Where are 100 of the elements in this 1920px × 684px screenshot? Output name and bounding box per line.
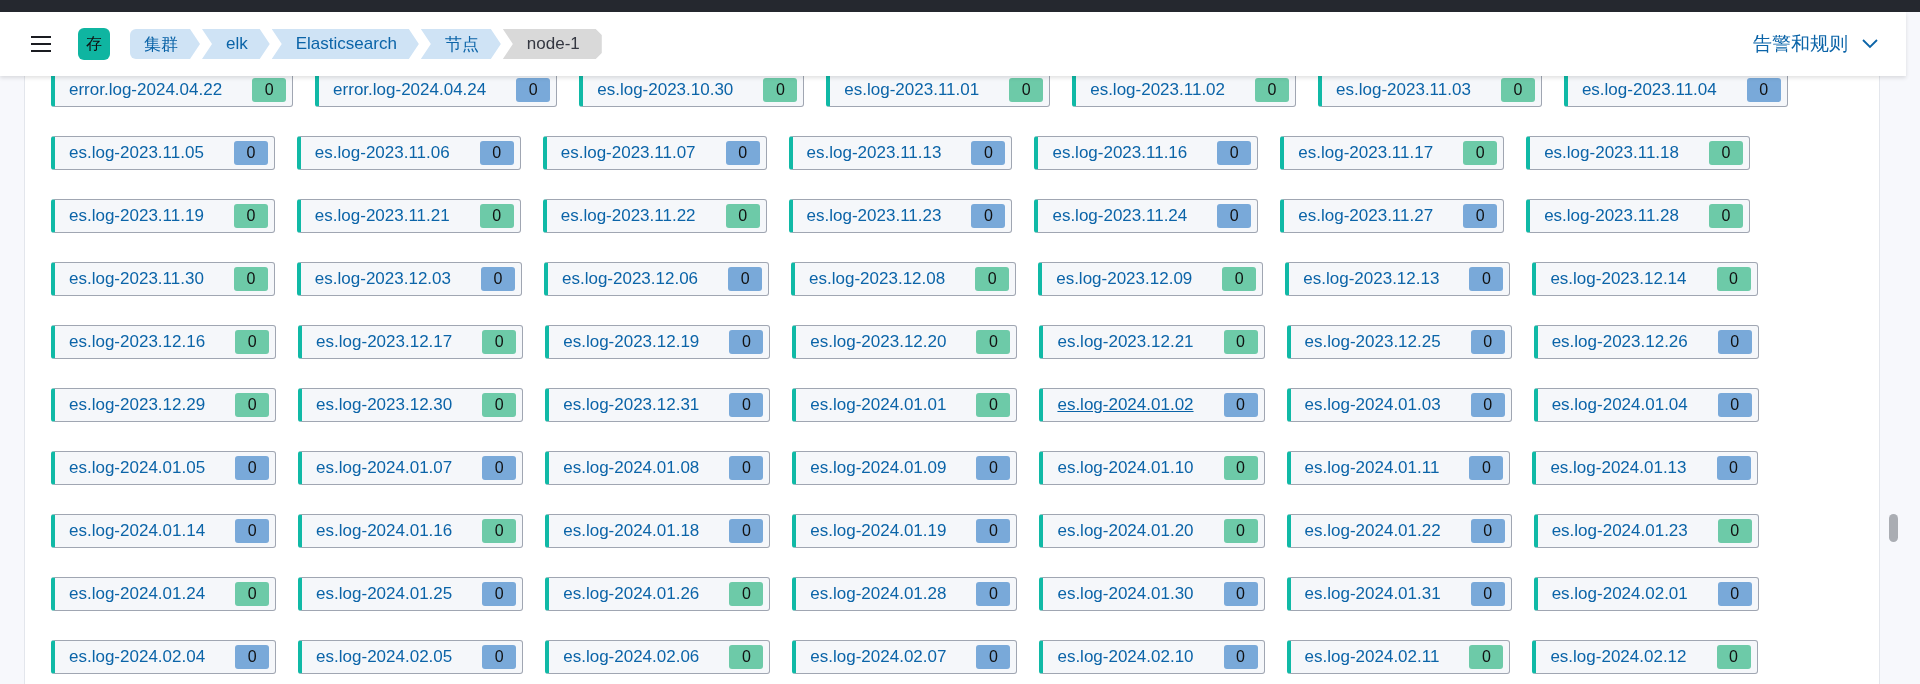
index-link[interactable]: es.log-2023.12.30 — [316, 395, 453, 415]
index-link[interactable]: es.log-2024.02.01 — [1551, 584, 1688, 604]
menu-button[interactable] — [28, 33, 54, 55]
count-badge: 0 — [725, 141, 760, 165]
index-link[interactable]: es.log-2023.12.29 — [69, 395, 206, 415]
index-link[interactable]: es.log-2024.01.25 — [316, 584, 453, 604]
count-badge: 0 — [235, 645, 270, 669]
index-link[interactable]: es.log-2024.01.28 — [810, 584, 947, 604]
count-badge: 0 — [975, 267, 1010, 291]
breadcrumb-link[interactable]: Elasticsearch — [271, 29, 419, 59]
index-link[interactable]: error.log-2024.04.24 — [333, 80, 487, 100]
index-link[interactable]: es.log-2023.12.25 — [1304, 332, 1441, 352]
index-link[interactable]: es.log-2024.01.23 — [1551, 521, 1688, 541]
index-link[interactable]: es.log-2024.01.19 — [810, 521, 947, 541]
index-link[interactable]: error.log-2024.04.22 — [69, 80, 223, 100]
index-link[interactable]: es.log-2024.01.07 — [316, 458, 453, 478]
breadcrumb-link[interactable]: 节点 — [420, 29, 501, 59]
count-badge: 0 — [729, 393, 764, 417]
scrollbar-thumb[interactable] — [1889, 514, 1898, 542]
index-link[interactable]: es.log-2023.11.30 — [69, 269, 204, 289]
index-link[interactable]: es.log-2023.12.31 — [563, 395, 700, 415]
index-link[interactable]: es.log-2023.12.13 — [1303, 269, 1440, 289]
index-link[interactable]: es.log-2023.12.17 — [316, 332, 453, 352]
index-link[interactable]: es.log-2023.12.21 — [1057, 332, 1194, 352]
index-link[interactable]: es.log-2024.01.11 — [1304, 458, 1440, 478]
index-link[interactable]: es.log-2023.12.03 — [314, 269, 451, 289]
index-link[interactable]: es.log-2023.12.14 — [1550, 269, 1687, 289]
index-link[interactable]: es.log-2024.01.04 — [1551, 395, 1688, 415]
count-badge: 0 — [482, 393, 517, 417]
index-link[interactable]: es.log-2023.11.16 — [1052, 143, 1188, 163]
index-link[interactable]: es.log-2023.12.08 — [809, 269, 946, 289]
breadcrumb-link[interactable]: node-1 — [502, 29, 602, 59]
index-link[interactable]: es.log-2023.11.21 — [314, 206, 450, 226]
index-link[interactable]: es.log-2024.01.16 — [316, 521, 453, 541]
index-link[interactable]: es.log-2023.11.17 — [1298, 143, 1434, 163]
count-badge: 0 — [482, 330, 517, 354]
index-link[interactable]: es.log-2024.01.13 — [1550, 458, 1687, 478]
index-link[interactable]: es.log-2024.01.30 — [1057, 584, 1194, 604]
index-link[interactable]: es.log-2024.02.04 — [69, 647, 206, 667]
count-badge: 0 — [235, 330, 270, 354]
index-link[interactable]: es.log-2024.01.26 — [563, 584, 700, 604]
index-link[interactable]: es.log-2024.02.05 — [316, 647, 453, 667]
index-link[interactable]: es.log-2023.11.02 — [1090, 80, 1226, 100]
index-link[interactable]: es.log-2023.12.16 — [69, 332, 206, 352]
count-badge: 0 — [1716, 267, 1751, 291]
index-link[interactable]: es.log-2023.11.22 — [560, 206, 696, 226]
index-link[interactable]: es.log-2024.01.20 — [1057, 521, 1194, 541]
index-link[interactable]: es.log-2024.02.12 — [1550, 647, 1687, 667]
index-link[interactable]: es.log-2023.12.26 — [1551, 332, 1688, 352]
count-badge: 0 — [971, 204, 1006, 228]
alerts-rules-menu[interactable]: 告警和规则 — [1753, 31, 1878, 57]
index-link[interactable]: es.log-2023.11.07 — [560, 143, 696, 163]
index-link[interactable]: es.log-2023.11.19 — [69, 206, 204, 226]
index-link[interactable]: es.log-2024.01.01 — [810, 395, 947, 415]
index-link[interactable]: es.log-2024.01.18 — [563, 521, 700, 541]
index-link[interactable]: es.log-2023.11.05 — [69, 143, 204, 163]
index-link[interactable]: es.log-2023.10.30 — [597, 80, 734, 100]
count-badge: 0 — [729, 645, 764, 669]
index-link[interactable]: es.log-2024.02.10 — [1057, 647, 1194, 667]
breadcrumb-link[interactable]: 集群 — [130, 29, 200, 59]
index-link[interactable]: es.log-2024.01.02 — [1057, 395, 1194, 415]
index-link[interactable]: es.log-2023.11.06 — [314, 143, 450, 163]
count-badge: 0 — [235, 456, 270, 480]
count-badge: 0 — [1470, 330, 1505, 354]
index-link[interactable]: es.log-2024.01.24 — [69, 584, 206, 604]
index-link[interactable]: es.log-2023.11.23 — [806, 206, 942, 226]
index-link[interactable]: es.log-2023.11.28 — [1544, 206, 1679, 226]
index-link[interactable]: es.log-2024.01.31 — [1304, 584, 1441, 604]
count-badge: 0 — [1717, 393, 1752, 417]
index-link[interactable]: es.log-2024.02.11 — [1304, 647, 1440, 667]
index-link[interactable]: es.log-2023.11.13 — [806, 143, 942, 163]
index-link[interactable]: es.log-2024.01.09 — [810, 458, 947, 478]
count-badge: 0 — [1223, 456, 1258, 480]
index-link[interactable]: es.log-2023.12.20 — [810, 332, 947, 352]
index-link[interactable]: es.log-2023.11.18 — [1544, 143, 1679, 163]
index-link[interactable]: es.log-2024.01.14 — [69, 521, 206, 541]
index-link[interactable]: es.log-2024.01.03 — [1304, 395, 1441, 415]
count-badge: 0 — [233, 204, 268, 228]
index-link[interactable]: es.log-2023.11.03 — [1336, 80, 1471, 100]
count-badge: 0 — [1716, 456, 1751, 480]
index-link[interactable]: es.log-2024.02.07 — [810, 647, 947, 667]
count-badge: 0 — [1469, 456, 1504, 480]
index-link[interactable]: es.log-2024.01.22 — [1304, 521, 1441, 541]
index-link[interactable]: es.log-2024.01.05 — [69, 458, 206, 478]
count-badge: 0 — [729, 582, 764, 606]
count-badge: 0 — [728, 267, 763, 291]
index-link[interactable]: es.log-2023.11.24 — [1052, 206, 1188, 226]
index-link[interactable]: es.log-2024.01.08 — [563, 458, 700, 478]
breadcrumb-link[interactable]: elk — [202, 29, 270, 59]
count-badge: 0 — [1469, 645, 1504, 669]
count-badge: 0 — [1222, 267, 1257, 291]
index-link[interactable]: es.log-2023.12.09 — [1056, 269, 1193, 289]
index-link[interactable]: es.log-2023.11.04 — [1581, 80, 1717, 100]
index-link[interactable]: es.log-2023.11.27 — [1298, 206, 1434, 226]
index-link[interactable]: es.log-2023.11.01 — [844, 80, 980, 100]
index-link[interactable]: es.log-2023.12.19 — [563, 332, 700, 352]
count-badge: 0 — [1717, 330, 1752, 354]
index-link[interactable]: es.log-2024.02.06 — [563, 647, 700, 667]
index-link[interactable]: es.log-2024.01.10 — [1057, 458, 1194, 478]
index-link[interactable]: es.log-2023.12.06 — [561, 269, 699, 289]
